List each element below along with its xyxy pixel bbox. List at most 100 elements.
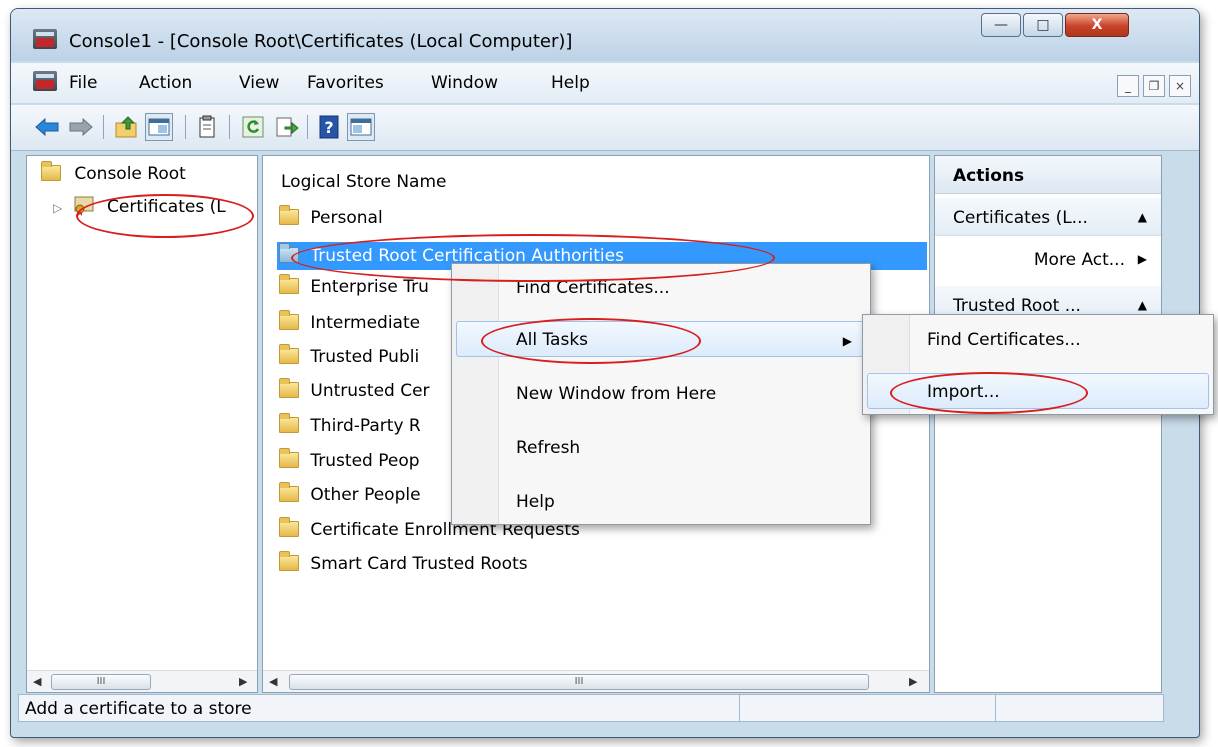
column-header-logical-store-name[interactable]: Logical Store Name <box>281 172 446 192</box>
list-item[interactable]: Trusted Peop <box>279 447 420 475</box>
toolbar-separator <box>103 115 104 139</box>
export-list-button[interactable] <box>273 113 301 141</box>
maximize-button[interactable]: □ <box>1023 13 1063 37</box>
up-one-level-button[interactable] <box>113 113 141 141</box>
console-tree-pane[interactable]: Console Root ▷ Certificates (L ◀ III ▶ <box>26 155 258 693</box>
menu-window[interactable]: Window <box>431 73 498 93</box>
status-bar: Add a certificate to a store <box>18 694 1164 722</box>
collapse-icon[interactable]: ▲ <box>1138 210 1147 224</box>
context-menu: Find Certificates... All Tasks ▶ New Win… <box>451 263 871 525</box>
refresh-icon <box>242 116 264 138</box>
ctx-refresh[interactable]: Refresh <box>516 438 580 458</box>
list-item[interactable]: Other People <box>279 481 421 509</box>
list-item[interactable]: Enterprise Tru <box>279 273 429 301</box>
back-button[interactable] <box>33 113 61 141</box>
menu-bar: File Action View Favorites Window Help _… <box>11 63 1199 103</box>
tree-item-certificates[interactable]: ▷ Certificates (L <box>53 194 226 217</box>
list-item-label: Trusted Peop <box>310 451 420 471</box>
list-item[interactable]: Untrusted Cer <box>279 377 430 405</box>
tree-horizontal-scrollbar[interactable]: ◀ III ▶ <box>27 670 257 692</box>
help-button[interactable]: ? <box>315 113 343 141</box>
expand-arrow-icon[interactable]: ▷ <box>53 201 62 215</box>
folder-icon <box>279 448 299 468</box>
folder-icon <box>279 205 299 225</box>
scroll-grip-icon: III <box>574 676 584 687</box>
mdi-close-button[interactable]: × <box>1169 75 1191 97</box>
sub-find-certificates[interactable]: Find Certificates... <box>927 330 1081 350</box>
close-button[interactable]: X <box>1065 13 1129 37</box>
show-hide-tree-icon <box>148 118 170 136</box>
mdi-child-icon[interactable] <box>33 71 57 91</box>
sub-import[interactable]: Import... <box>927 382 1000 402</box>
action-more-actions[interactable]: More Act... ▶ <box>1033 250 1147 270</box>
list-item[interactable]: Intermediate <box>279 309 420 337</box>
list-item-label: Personal <box>310 208 383 228</box>
mdi-minimize-icon: _ <box>1125 79 1131 93</box>
ctx-help[interactable]: Help <box>516 492 555 512</box>
minimize-button[interactable]: — <box>981 13 1021 37</box>
refresh-button[interactable] <box>239 113 267 141</box>
expand-right-icon: ▶ <box>1137 252 1147 266</box>
mdi-restore-button[interactable]: ❐ <box>1143 75 1165 97</box>
list-item-label: Untrusted Cer <box>310 381 430 401</box>
scroll-thumb[interactable]: III <box>289 674 869 690</box>
status-divider <box>995 695 996 721</box>
list-item[interactable]: Smart Card Trusted Roots <box>279 550 528 578</box>
toolbar-separator <box>307 115 308 139</box>
menu-file[interactable]: File <box>69 73 97 93</box>
folder-icon <box>279 310 299 330</box>
list-item-label: Trusted Publi <box>310 347 420 367</box>
action-group-certificates[interactable]: Certificates (L... ▲ <box>935 198 1161 236</box>
mmc-app-icon[interactable] <box>33 29 57 49</box>
title-bar[interactable]: Console1 - [Console Root\Certificates (L… <box>11 9 1199 61</box>
minimize-icon: — <box>994 17 1008 33</box>
scroll-left-icon[interactable]: ◀ <box>269 675 277 688</box>
menu-favorites[interactable]: Favorites <box>307 73 384 93</box>
ctx-find-certificates[interactable]: Find Certificates... <box>516 278 670 298</box>
show-hide-tree-button[interactable] <box>145 113 173 141</box>
properties-button[interactable] <box>193 113 221 141</box>
folder-icon <box>279 344 299 364</box>
svg-text:?: ? <box>324 118 333 137</box>
toolbar-separator <box>229 115 230 139</box>
menu-help[interactable]: Help <box>551 73 590 93</box>
list-item[interactable]: Third-Party R <box>279 412 421 440</box>
help-icon: ? <box>319 115 339 139</box>
folder-icon <box>279 243 299 263</box>
ctx-all-tasks[interactable]: All Tasks <box>516 330 588 350</box>
scroll-left-icon[interactable]: ◀ <box>33 675 41 688</box>
certificates-snapin-icon <box>74 196 94 216</box>
close-icon: X <box>1091 17 1103 33</box>
show-hide-action-pane-icon <box>350 118 372 136</box>
list-horizontal-scrollbar[interactable]: ◀ III ▶ <box>263 670 929 692</box>
forward-button[interactable] <box>67 113 95 141</box>
menu-action[interactable]: Action <box>139 73 192 93</box>
folder-icon <box>279 378 299 398</box>
actions-pane: Actions Certificates (L... ▲ More Act...… <box>934 155 1162 693</box>
menu-view[interactable]: View <box>239 73 279 93</box>
folder-icon <box>279 274 299 294</box>
list-item-label: Other People <box>310 485 421 505</box>
list-item-label: Smart Card Trusted Roots <box>310 554 528 574</box>
list-item[interactable]: Trusted Publi <box>279 343 419 371</box>
collapse-icon[interactable]: ▲ <box>1138 298 1147 312</box>
list-item[interactable]: Personal <box>279 204 383 232</box>
scroll-thumb[interactable]: III <box>51 674 151 690</box>
mdi-minimize-button[interactable]: _ <box>1117 75 1139 97</box>
scroll-grip-icon: III <box>96 676 106 687</box>
back-arrow-icon <box>35 117 59 137</box>
menu-highlight <box>867 373 1209 409</box>
scroll-right-icon[interactable]: ▶ <box>909 675 917 688</box>
action-group-label: Trusted Root ... <box>953 296 1081 316</box>
scroll-right-icon[interactable]: ▶ <box>239 675 247 688</box>
status-text: Add a certificate to a store <box>25 699 252 719</box>
tree-item-console-root[interactable]: Console Root <box>41 161 186 184</box>
action-item-label: More Act... <box>1033 250 1125 270</box>
tree-item-label: Console Root <box>74 164 186 184</box>
show-hide-action-pane-button[interactable] <box>347 113 375 141</box>
folder-icon <box>279 413 299 433</box>
folder-icon <box>279 517 299 537</box>
tree-item-label: Certificates (L <box>107 197 226 217</box>
all-tasks-submenu: Find Certificates... Import... <box>862 314 1214 415</box>
ctx-new-window-from-here[interactable]: New Window from Here <box>516 384 716 404</box>
